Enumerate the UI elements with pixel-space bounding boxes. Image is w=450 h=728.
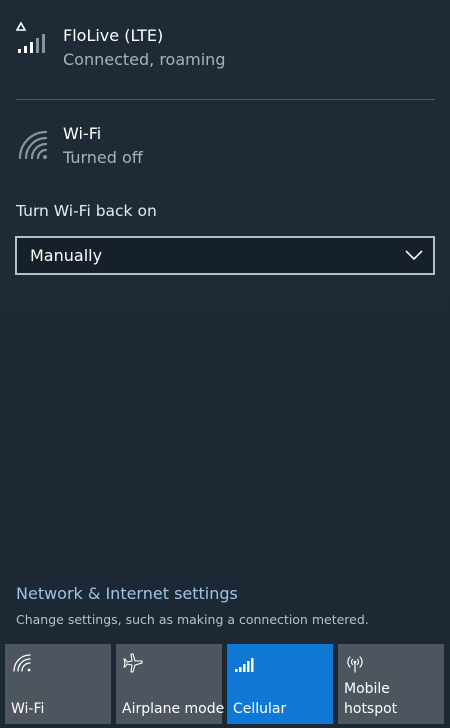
- network-status: Connected, roaming: [63, 50, 226, 69]
- network-flyout: FloLive (LTE) Connected, roaming Wi-Fi T…: [0, 0, 450, 728]
- tile-label: Mobile hotspot: [344, 679, 397, 719]
- network-status: Turned off: [63, 148, 143, 167]
- turn-wifi-back-on-label: Turn Wi-Fi back on: [16, 202, 157, 220]
- chevron-down-icon: [405, 250, 423, 261]
- tile-label-line1: Mobile: [344, 681, 390, 697]
- network-item-wifi[interactable]: Wi-Fi Turned off: [0, 100, 450, 190]
- quick-action-tiles: Wi-Fi Airplane mode Cellular Mobile hots…: [5, 644, 447, 724]
- quick-action-cellular[interactable]: Cellular: [227, 644, 333, 724]
- tile-label: Wi-Fi: [11, 701, 45, 717]
- tile-label: Airplane mode: [122, 701, 225, 717]
- quick-action-airplane-mode[interactable]: Airplane mode: [116, 644, 225, 724]
- network-name: Wi-Fi: [63, 124, 102, 143]
- network-settings-link[interactable]: Network & Internet settings: [16, 584, 238, 603]
- cellular-icon: [235, 658, 254, 672]
- quick-action-mobile-hotspot[interactable]: Mobile hotspot: [338, 644, 444, 724]
- network-item-cellular[interactable]: FloLive (LTE) Connected, roaming: [0, 0, 450, 99]
- network-name: FloLive (LTE): [63, 26, 164, 45]
- cellular-roaming-icon: [16, 21, 45, 53]
- tile-label-line2: hotspot: [344, 701, 398, 717]
- tile-label: Cellular: [233, 701, 287, 717]
- wifi-icon: [13, 654, 31, 672]
- wifi-off-icon: [18, 130, 48, 160]
- airplane-icon: [123, 653, 143, 673]
- mobile-hotspot-icon: [347, 656, 363, 673]
- quick-action-wifi[interactable]: Wi-Fi: [5, 644, 111, 724]
- dropdown-selected-value: Manually: [30, 246, 103, 265]
- turn-wifi-back-on-dropdown[interactable]: Manually: [15, 236, 435, 275]
- network-settings-description: Change settings, such as making a connec…: [16, 612, 369, 627]
